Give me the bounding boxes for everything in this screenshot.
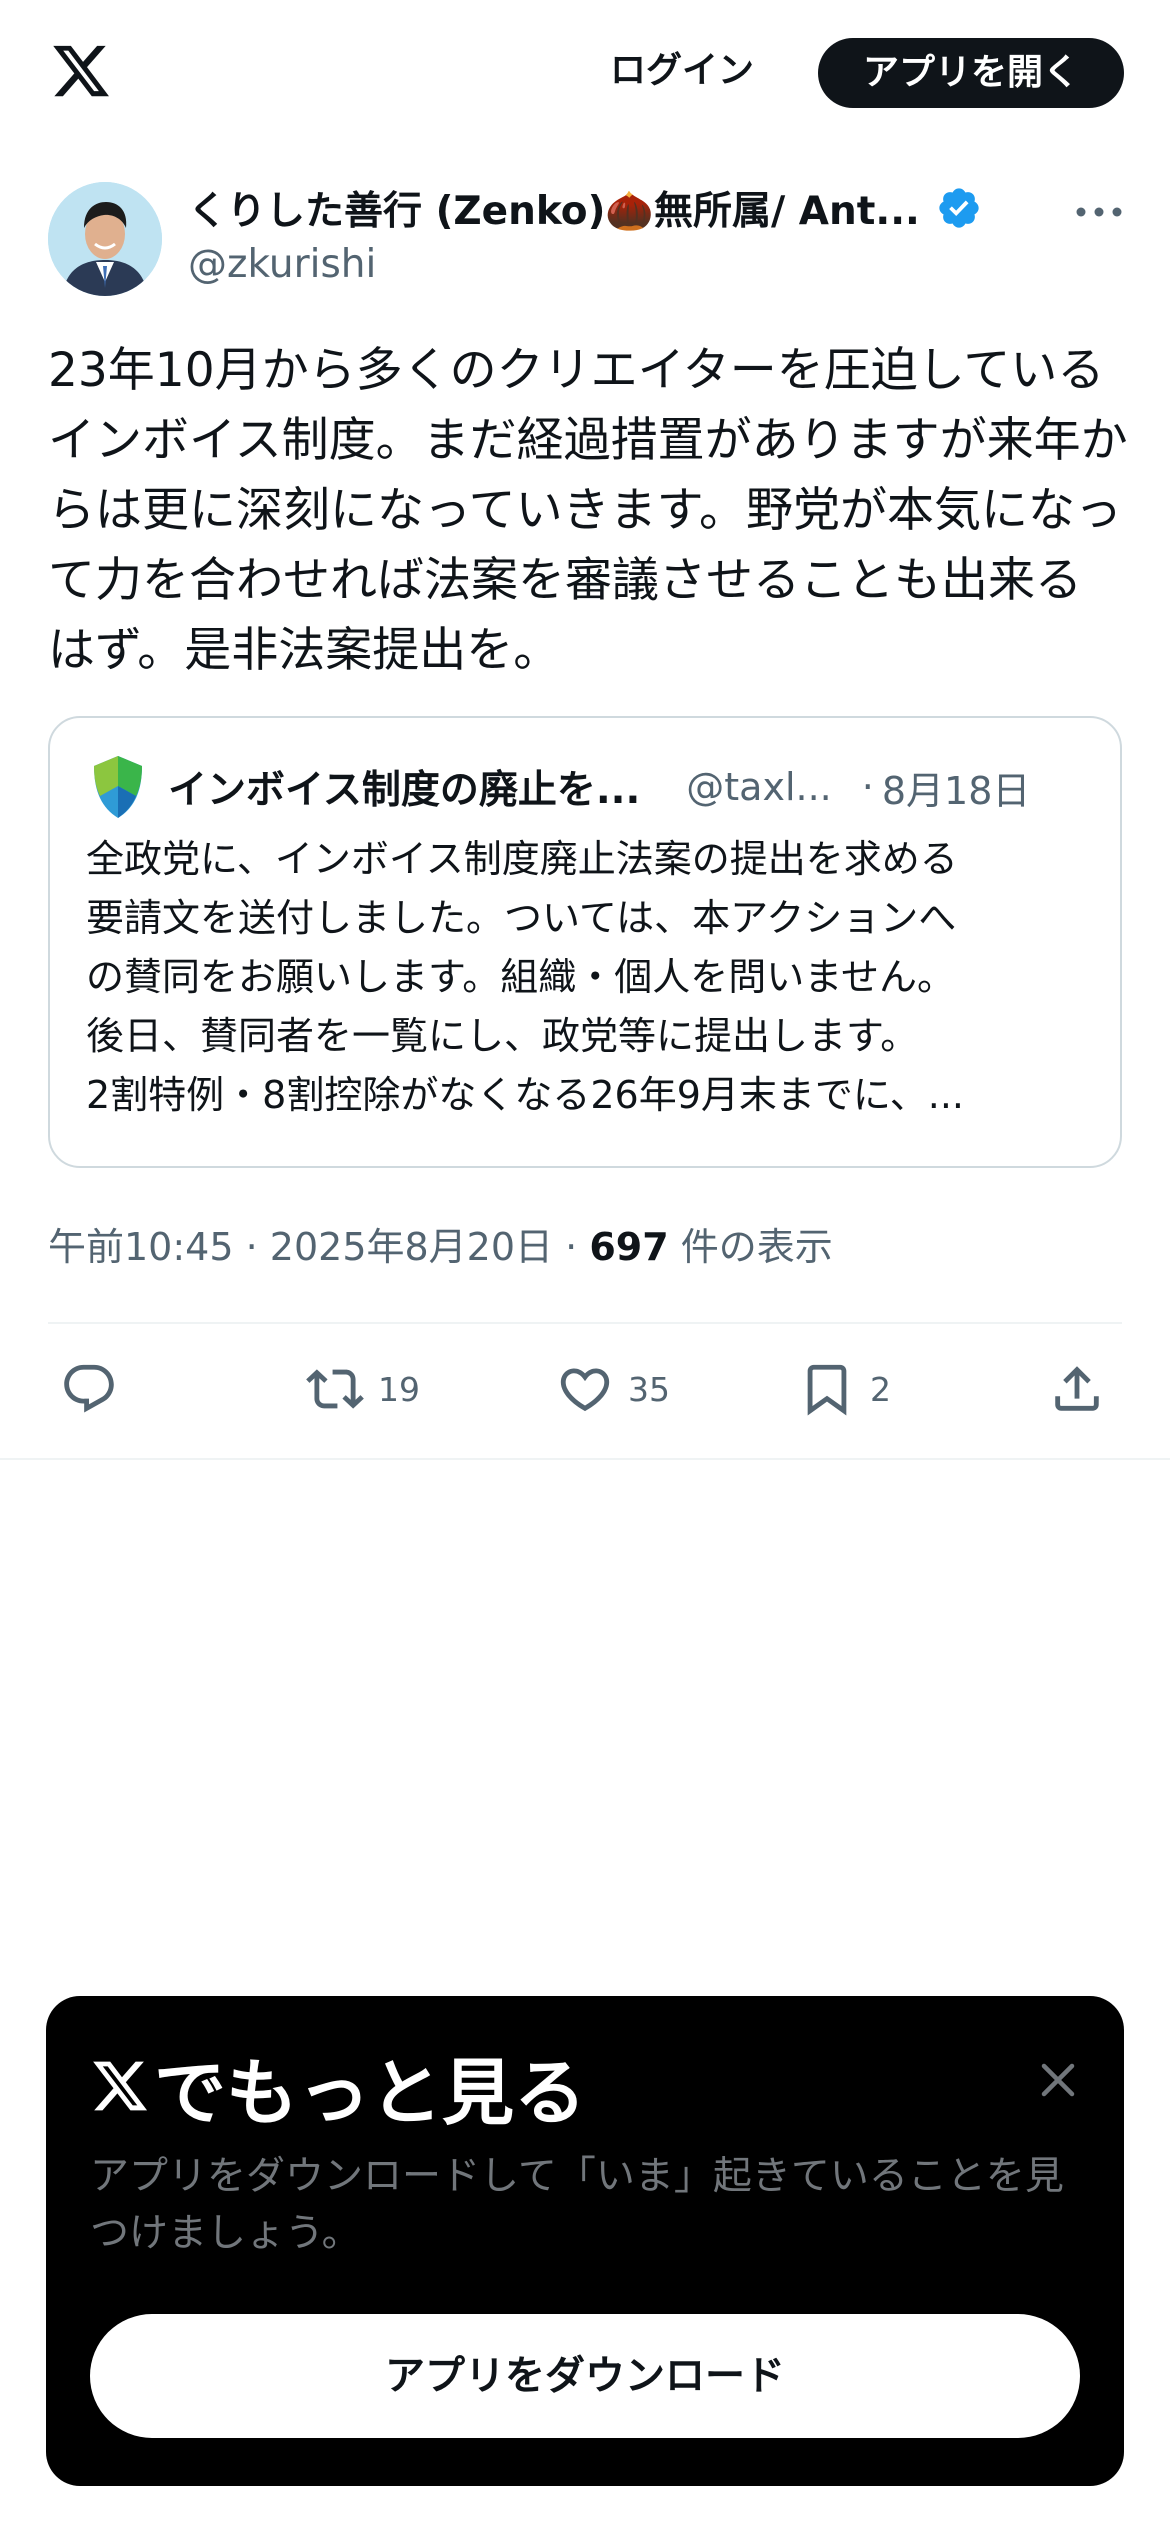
x-logo-icon	[93, 2061, 148, 2111]
quote-text: 全政党に、インボイス制度廃止法案の提出を求める 要請文を送付しました。ついては、…	[86, 830, 1086, 1125]
app-promo-banner: でもっと見る アプリをダウンロードして「いま」起きていることを見つけましょう。 …	[46, 1996, 1124, 2486]
quote-text-line: 後日、賛同者を一覧にし、政党等に提出します。	[86, 1014, 919, 1058]
close-icon[interactable]	[1030, 2052, 1086, 2108]
author-name-row[interactable]: くりした善行 (Zenko)🌰無所属/ Ant...	[188, 180, 982, 236]
login-button[interactable]: ログイン	[590, 40, 774, 102]
quote-tweet-card[interactable]: インボイス制度の廃止を... @taxl... · 8月18日 全政党に、インボ…	[48, 716, 1122, 1168]
quote-text-line: 全政党に、インボイス制度廃止法案の提出を求める	[86, 837, 958, 881]
open-app-button[interactable]: アプリを開く	[818, 38, 1124, 108]
avatar[interactable]	[48, 182, 162, 296]
promo-description: アプリをダウンロードして「いま」起きていることを見つけましょう。	[90, 2154, 1064, 2256]
share-button[interactable]	[1048, 1360, 1106, 1418]
like-count: 35	[628, 1369, 670, 1409]
meta-separator: ·	[245, 1225, 258, 1269]
quote-header: インボイス制度の廃止を... @taxl... · 8月18日	[90, 754, 1084, 820]
quote-separator: ·	[861, 765, 874, 809]
x-logo-icon[interactable]	[48, 40, 114, 102]
promo-title-text: でもっと見る	[154, 2050, 587, 2135]
quote-author-name: インボイス制度の廃止を...	[168, 768, 641, 813]
tweet-text: 23年10月から多くのクリエイターを圧迫しているインボイス制度。まだ経過措置があ…	[48, 343, 1128, 678]
more-options-icon[interactable]	[1072, 192, 1126, 232]
download-app-button[interactable]: アプリをダウンロード	[90, 2314, 1080, 2438]
retweet-button[interactable]: 19	[306, 1360, 420, 1418]
promo-title: でもっと見る	[90, 2036, 586, 2136]
tweet-time[interactable]: 午前10:45	[48, 1225, 234, 1269]
author-name[interactable]: くりした善行 (Zenko)🌰無所属/ Ant...	[188, 180, 920, 236]
bookmark-button[interactable]: 2	[798, 1360, 891, 1418]
divider	[0, 1458, 1170, 1460]
top-bar: ログイン アプリを開く	[0, 0, 1170, 145]
bookmark-count: 2	[870, 1369, 891, 1409]
verified-badge-icon	[939, 188, 979, 228]
views-label: 件の表示	[680, 1225, 833, 1269]
quote-text-line: の賛同をお願いします。組織・個人を問いません。	[86, 955, 956, 999]
share-icon	[1055, 1366, 1099, 1411]
reply-icon	[64, 1364, 114, 1413]
quote-text-line: 要請文を送付しました。ついては、本アクションへ	[86, 896, 957, 940]
shield-logo-icon	[94, 756, 142, 818]
retweet-count: 19	[378, 1369, 420, 1409]
avatar-image	[48, 182, 162, 296]
meta-separator: ·	[565, 1225, 578, 1269]
divider	[48, 1322, 1122, 1324]
bookmark-icon	[807, 1364, 847, 1416]
author-handle[interactable]: @zkurishi	[188, 242, 376, 287]
action-bar: 19 35 2	[0, 1340, 1170, 1436]
like-button[interactable]: 35	[556, 1360, 670, 1418]
views-count: 697	[589, 1225, 669, 1269]
quote-date: 8月18日	[881, 768, 1031, 813]
tweet-meta: 午前10:45 · 2025年8月20日 · 697 件の表示	[48, 1216, 833, 1271]
quote-author-handle: @taxl...	[686, 765, 832, 809]
quote-text-line: 2割特例・8割控除がなくなる26年9月末までに、...	[86, 1073, 964, 1117]
tweet-date[interactable]: 2025年8月20日	[270, 1225, 553, 1269]
retweet-icon	[306, 1369, 364, 1409]
reply-button[interactable]	[60, 1360, 118, 1418]
heart-icon	[560, 1368, 610, 1412]
